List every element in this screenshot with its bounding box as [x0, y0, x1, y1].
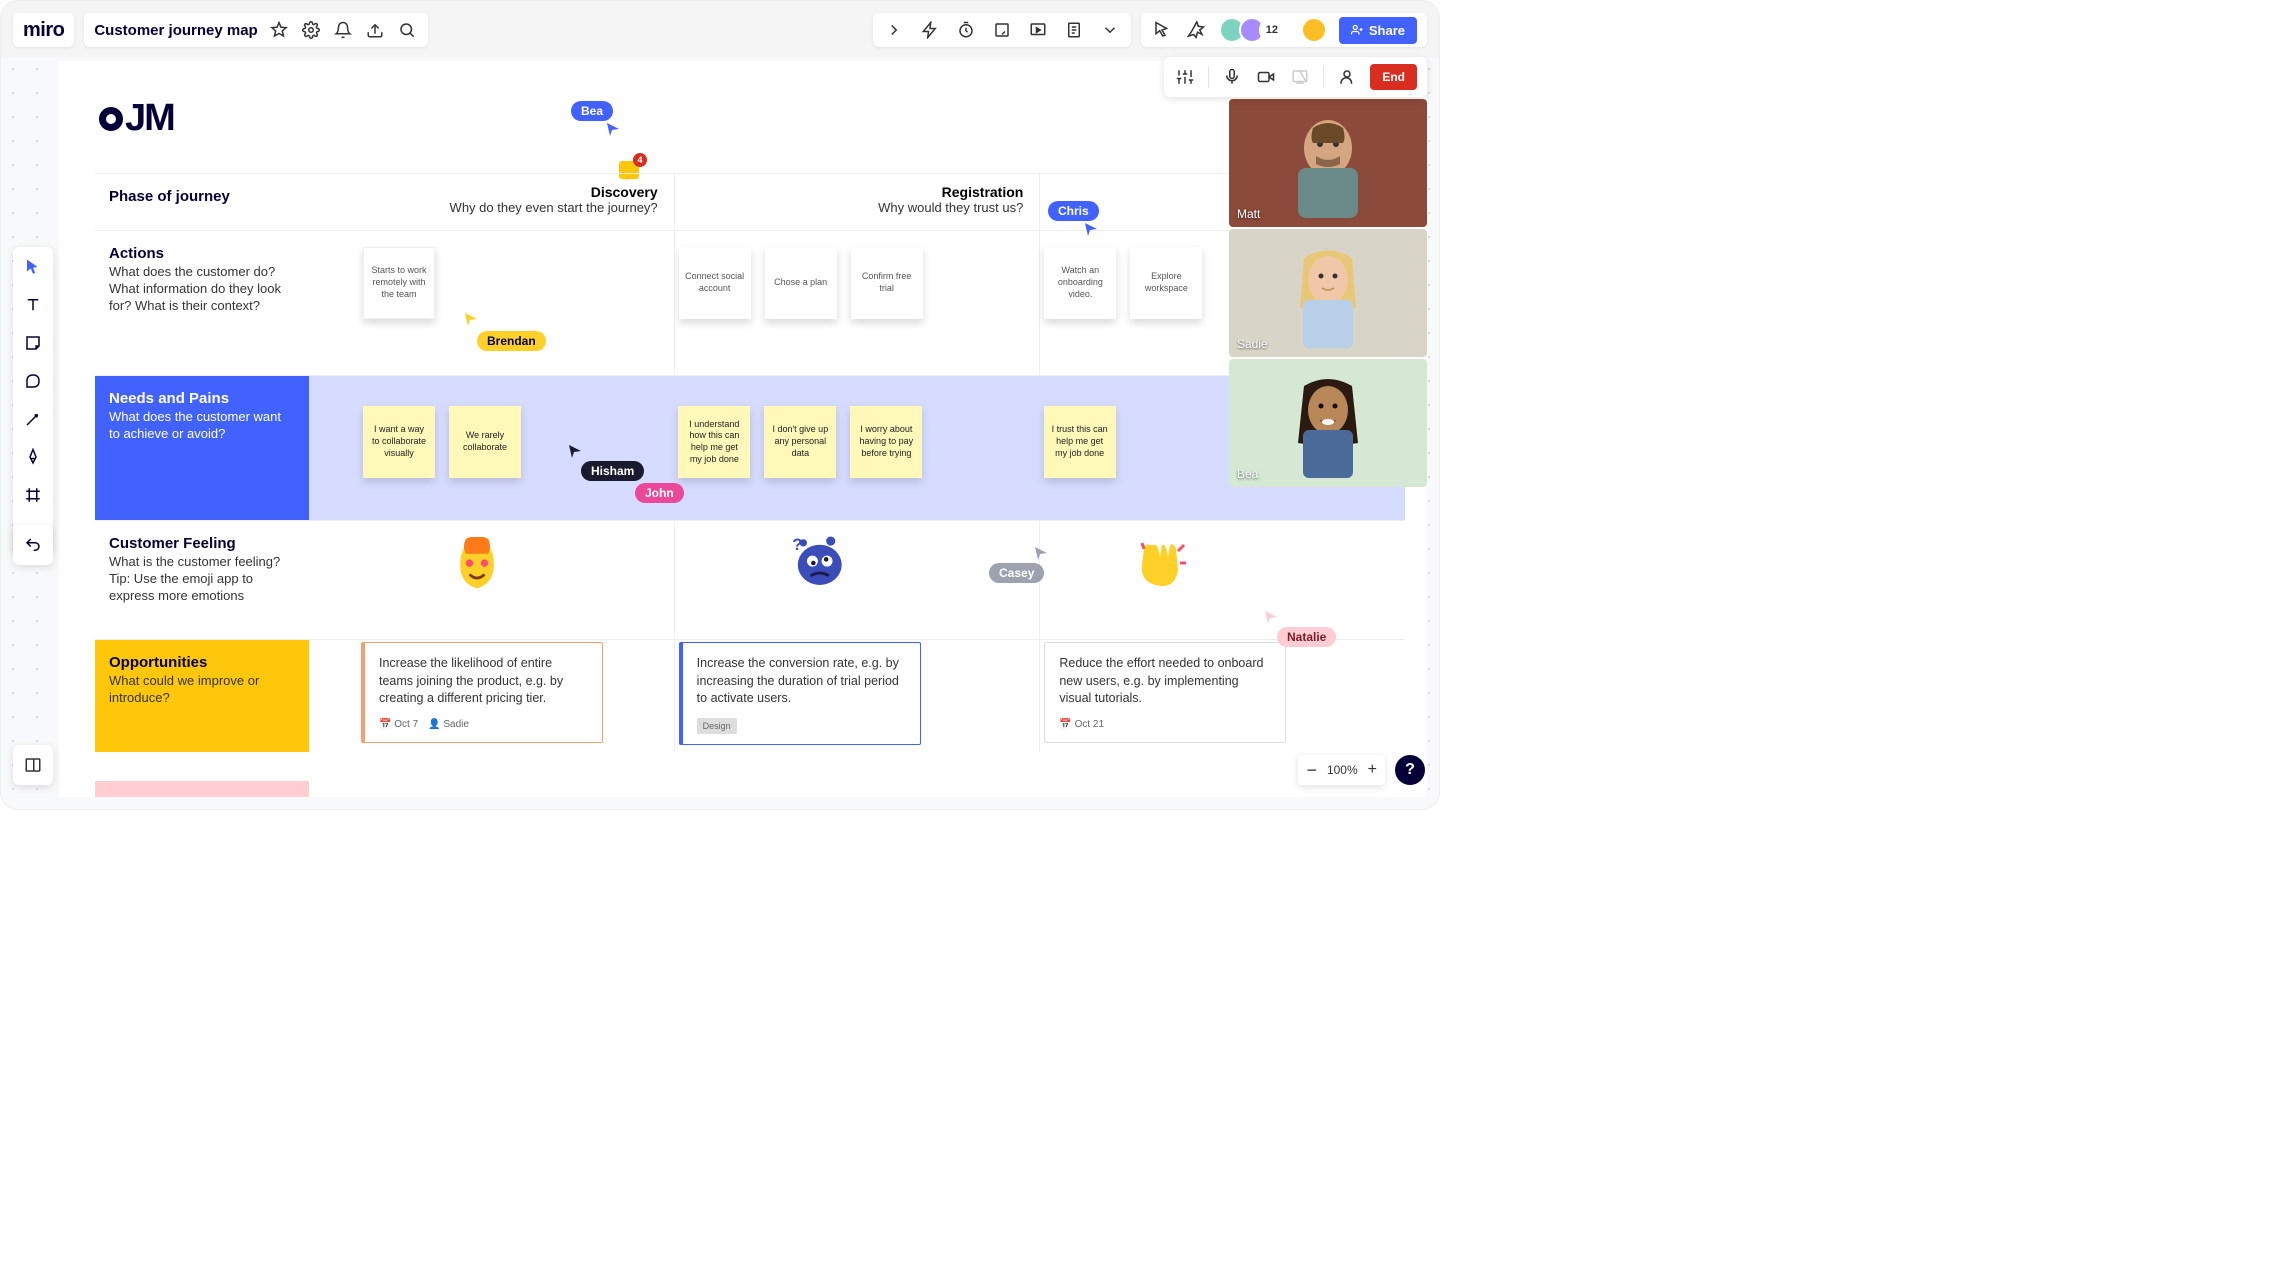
bell-icon[interactable] [332, 19, 354, 41]
frame-icon[interactable] [991, 19, 1013, 41]
user-icon[interactable] [1336, 66, 1358, 88]
opportunity-card[interactable]: Increase the likelihood of entire teams … [361, 642, 603, 743]
sticky-action[interactable]: Explore workspace [1130, 247, 1202, 319]
row-actions-sub[interactable]: What does the customer do? What informat… [109, 264, 295, 315]
sticky-need[interactable]: I worry about having to pay before tryin… [850, 406, 922, 478]
facilitation-bar: End [1164, 57, 1427, 97]
canvas[interactable]: JM 4 Phase of journey Discovery Why do t… [59, 61, 1427, 797]
cjm-grid: Phase of journey Discovery Why do they e… [95, 173, 1405, 752]
zoom-out[interactable]: − [1306, 760, 1317, 781]
sticky-action[interactable]: Chose a plan [765, 247, 837, 319]
search-icon[interactable] [396, 19, 418, 41]
top-bar: miro Customer journey map 12 Share [13, 13, 1427, 47]
phase-registration-sub[interactable]: Why would they trust us? [691, 200, 1024, 215]
text-tool[interactable] [21, 293, 45, 317]
star-icon[interactable] [268, 19, 290, 41]
sticky-need[interactable]: I don't give up any personal data [764, 406, 836, 478]
settings-icon[interactable] [300, 19, 322, 41]
sticky-need[interactable]: I understand how this can help me get my… [678, 406, 750, 478]
share-button[interactable]: Share [1339, 17, 1417, 44]
row-actions-label[interactable]: Actions [109, 245, 295, 262]
cursor-bea: Bea [571, 101, 613, 121]
collab-group: 12 Share [1141, 13, 1427, 47]
video-bea[interactable]: Bea [1229, 359, 1427, 487]
screenshare-icon[interactable] [1289, 66, 1311, 88]
sticky-tool[interactable] [21, 331, 45, 355]
emoji-confused[interactable]: ? [785, 533, 849, 604]
phase-discovery-sub[interactable]: Why do they even start the journey? [325, 200, 658, 215]
chevron-right-icon[interactable] [883, 19, 905, 41]
cursor-natalie: Natalie [1277, 627, 1336, 647]
cursor-casey: Casey [989, 563, 1044, 583]
row-opps-label[interactable]: Opportunities [109, 654, 295, 671]
emoji-wave[interactable] [1130, 535, 1190, 602]
row-needs-label[interactable]: Needs and Pains [109, 390, 295, 407]
cursor-chris: Chris [1048, 201, 1099, 221]
row-phase-label[interactable]: Phase of journey [109, 188, 295, 205]
zoom-in[interactable]: + [1368, 761, 1377, 779]
panel-toggle[interactable] [13, 745, 53, 785]
opportunity-card[interactable]: Reduce the effort needed to onboard new … [1044, 642, 1286, 743]
next-row[interactable] [95, 781, 309, 797]
sticky-need[interactable]: I trust this can help me get my job done [1044, 406, 1116, 478]
title-group: Customer journey map [84, 13, 427, 47]
actions-group [873, 13, 1131, 47]
avatars[interactable]: 12 [1219, 17, 1285, 43]
reactions-icon[interactable] [1185, 19, 1207, 41]
cursor-hisham: Hisham [581, 461, 644, 481]
sliders-icon[interactable] [1174, 66, 1196, 88]
help-button[interactable]: ? [1395, 755, 1425, 785]
line-tool[interactable] [21, 407, 45, 431]
row-opps-sub[interactable]: What could we improve or introduce? [109, 673, 295, 707]
cursor-brendan: Brendan [477, 331, 546, 351]
miro-logo[interactable]: miro [23, 19, 64, 42]
end-button[interactable]: End [1370, 64, 1417, 90]
opportunity-card[interactable]: Increase the conversion rate, e.g. by in… [679, 642, 921, 745]
sticky-action[interactable]: Connect social account [679, 247, 751, 319]
select-tool[interactable] [21, 255, 45, 279]
video-sadie[interactable]: Sadie [1229, 229, 1427, 357]
cursor-icon[interactable] [1151, 19, 1173, 41]
timer-icon[interactable] [955, 19, 977, 41]
phase-discovery-title[interactable]: Discovery [325, 184, 658, 200]
undo-button[interactable] [21, 533, 45, 557]
row-feeling-sub[interactable]: What is the customer feeling? Tip: Use t… [109, 554, 295, 605]
present-icon[interactable] [1027, 19, 1049, 41]
sticky-action[interactable]: Confirm free trial [851, 247, 923, 319]
sticky-need[interactable]: I want a way to collaborate visually [363, 406, 435, 478]
phase-registration-title[interactable]: Registration [691, 184, 1024, 200]
logo-group: miro [13, 13, 74, 47]
more-icon[interactable] [1099, 19, 1121, 41]
sticky-action[interactable]: Watch an onboarding video. [1044, 247, 1116, 319]
export-icon[interactable] [364, 19, 386, 41]
emoji-love[interactable] [449, 537, 505, 604]
board-heading[interactable]: JM [99, 97, 174, 140]
frame-tool[interactable] [21, 483, 45, 507]
zoom-controls: − 100% + [1298, 755, 1385, 785]
notes-icon[interactable] [1063, 19, 1085, 41]
mic-icon[interactable] [1221, 66, 1243, 88]
board-title[interactable]: Customer journey map [94, 22, 257, 39]
toolbar [13, 247, 53, 553]
sticky-action[interactable]: Starts to work remotely with the team [363, 247, 435, 319]
undo-bar [13, 525, 53, 565]
bolt-icon[interactable] [919, 19, 941, 41]
video-matt[interactable]: Matt [1229, 99, 1427, 227]
pen-tool[interactable] [21, 445, 45, 469]
shape-tool[interactable] [21, 369, 45, 393]
cursor-john: John [635, 483, 684, 503]
video-icon[interactable] [1255, 66, 1277, 88]
row-needs-sub[interactable]: What does the customer want to achieve o… [109, 409, 295, 443]
sticky-need[interactable]: We rarely collaborate [449, 406, 521, 478]
video-column: Matt Sadie Bea [1229, 99, 1427, 487]
zoom-level[interactable]: 100% [1327, 763, 1358, 777]
row-feeling-label[interactable]: Customer Feeling [109, 535, 295, 552]
